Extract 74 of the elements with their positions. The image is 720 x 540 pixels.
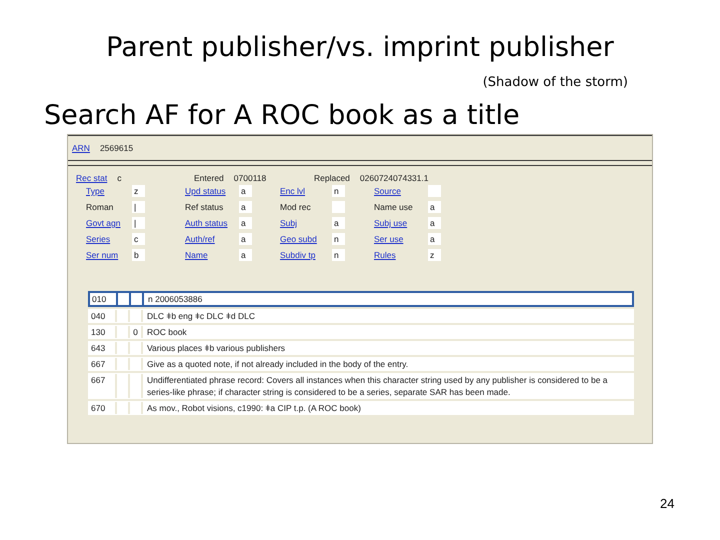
value-field[interactable]: a (428, 233, 441, 245)
slide-title: Parent publisher/vs. imprint publisher (105, 31, 615, 65)
slide-subtitle: (Shadow of the storm) (482, 74, 629, 92)
field-link[interactable]: Auth status (185, 217, 231, 229)
field-link[interactable]: Subj use (374, 217, 420, 229)
value-field[interactable] (428, 185, 441, 197)
field-row[interactable]: 040 DLC ǂb eng ǂc DLC ǂd DLC (88, 309, 634, 323)
tag-cell: 010 (90, 293, 118, 305)
field-text: DLC ǂb eng ǂc DLC ǂd DLC (146, 310, 256, 322)
tag-cell: 040 (89, 310, 117, 322)
field-text: As mov., Robot visions, c1990: ǂa CIP t.p. (A ROC book) (146, 402, 362, 414)
value-field[interactable]: a (428, 217, 441, 229)
page-number: 24 (660, 496, 674, 511)
field-row[interactable]: 667 Give as a quoted note, if not already included in the body of the entry. (88, 357, 634, 371)
tag-cell: 130 (89, 326, 117, 338)
field-link[interactable]: Subj (280, 217, 324, 229)
field-link[interactable]: Upd status (185, 185, 231, 197)
field-text: n 2006053886 (147, 293, 204, 305)
value-field[interactable] (332, 201, 345, 213)
field-link[interactable]: Rec stat (76, 173, 108, 183)
value-field[interactable]: a (239, 249, 252, 261)
value-field[interactable]: a (428, 201, 441, 213)
value-field[interactable]: n (332, 233, 345, 245)
field-row[interactable]: 643 Various places ǂb various publishers (88, 341, 634, 355)
field-link[interactable]: Subdiv tp (280, 249, 324, 261)
field-link[interactable]: Enc lvl (280, 185, 324, 197)
value-field[interactable]: a (239, 201, 252, 213)
field-label: Entered (194, 173, 224, 183)
field-label: Replaced (314, 173, 350, 183)
value-field[interactable]: z (132, 185, 145, 197)
tag-cell: 667 (89, 374, 117, 398)
field-row[interactable]: 670 As mov., Robot visions, c1990: ǂa CIP t.p. (A ROC book) (88, 401, 634, 415)
field-label: Ref status (185, 201, 224, 213)
value-field[interactable]: c (132, 233, 145, 245)
field-link[interactable]: Ser num (86, 249, 124, 261)
field-row[interactable]: 010 n 2006053886 (88, 291, 634, 307)
value-field[interactable]: a (239, 185, 252, 197)
arn-value: 2569615 (100, 143, 134, 153)
tag-cell: 643 (89, 342, 117, 354)
field-label: Mod rec (280, 201, 312, 213)
tag-cell: 667 (89, 358, 117, 370)
value-field[interactable]: n (332, 185, 345, 197)
field-value: 0260724074331.1 (360, 173, 428, 183)
field-link[interactable]: Series (86, 233, 124, 245)
tag-cell: 670 (89, 402, 117, 414)
field-text: Undifferentiated phrase record: Covers all instances when this character string used by any publisher is considered to be a series-like phrase; if character string is considered to be a series, separate SAR has been made. (146, 374, 609, 398)
value-field[interactable]: a (332, 217, 345, 229)
field-label: Name use (374, 201, 414, 213)
value-field[interactable]: a (239, 217, 252, 229)
field-link[interactable]: Type (86, 185, 124, 197)
value-field[interactable]: n (332, 249, 345, 261)
field-link[interactable]: Govt agn (86, 217, 124, 229)
value-field[interactable]: b (132, 249, 145, 261)
slide-heading: Search AF for A ROC book as a title (43, 99, 520, 133)
value-field[interactable]: a (239, 233, 252, 245)
field-value: 0700118 (234, 173, 266, 183)
field-row[interactable] (88, 373, 634, 399)
value-field[interactable]: | (132, 201, 145, 213)
field-text: Various places ǂb various publishers (146, 342, 286, 354)
field-text: ROC book (146, 326, 188, 338)
field-link[interactable]: Auth/ref (185, 233, 231, 245)
field-text: Give as a quoted note, if not already included in the body of the entry. (146, 358, 410, 370)
field-link[interactable]: Ser use (374, 233, 420, 245)
field-value: c (117, 173, 122, 183)
field-row[interactable]: 130 0 ROC book (88, 325, 634, 339)
arn-link[interactable]: ARN (72, 143, 90, 153)
value-field[interactable]: z (428, 249, 441, 261)
indicator-cell: 0 (130, 326, 143, 338)
field-link[interactable]: Rules (374, 249, 420, 261)
field-link[interactable]: Source (374, 185, 420, 197)
field-link[interactable]: Name (185, 249, 231, 261)
field-label: Roman (86, 201, 114, 213)
value-field[interactable]: | (132, 217, 145, 229)
field-link[interactable]: Geo subd (280, 233, 324, 245)
